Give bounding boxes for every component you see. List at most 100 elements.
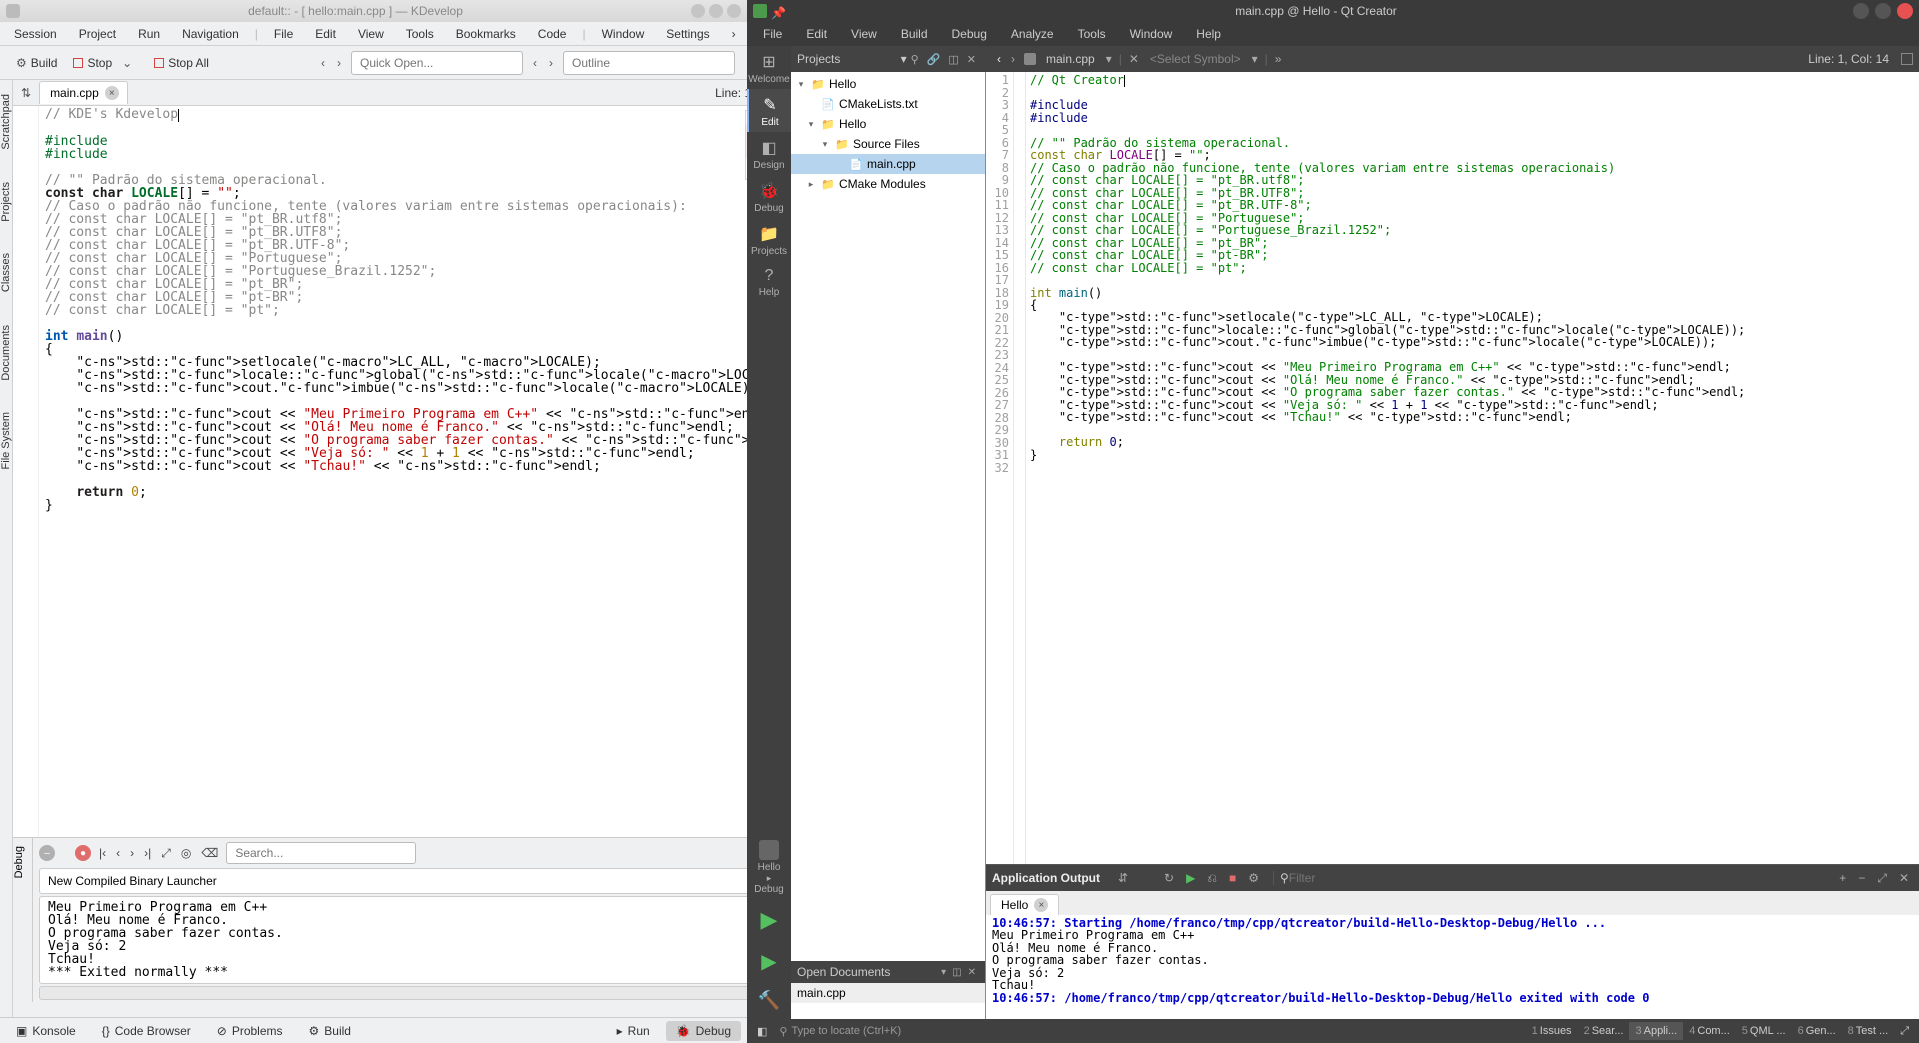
- sidebar-scratchpad[interactable]: Scratchpad: [0, 88, 12, 156]
- current-file[interactable]: main.cpp: [1040, 52, 1101, 66]
- minus-icon[interactable]: −: [1854, 871, 1869, 885]
- pane-5[interactable]: 5QML ...: [1736, 1022, 1792, 1040]
- nav-fwd-icon[interactable]: ›: [1006, 52, 1020, 66]
- menu-file[interactable]: File: [264, 24, 303, 44]
- link-icon[interactable]: 🔗: [923, 53, 945, 66]
- menu-overflow-icon[interactable]: ›: [722, 24, 746, 44]
- launcher-row[interactable]: New Compiled Binary Launcher ⊗: [39, 868, 747, 894]
- build-button[interactable]: 🔨: [747, 982, 791, 1019]
- scrollbar[interactable]: [39, 986, 747, 1000]
- tree-item-cmakelists-txt[interactable]: 📄CMakeLists.txt: [791, 94, 985, 114]
- open-documents-header[interactable]: Open Documents ▾ ◫ ✕: [791, 961, 985, 983]
- close-file-icon[interactable]: ✕: [1124, 52, 1144, 66]
- maximize-icon[interactable]: [709, 4, 723, 18]
- menu-window[interactable]: Window: [1120, 24, 1183, 44]
- debug-button[interactable]: ▶: [747, 941, 791, 982]
- bottom-problems[interactable]: ⊘Problems: [207, 1021, 293, 1041]
- mode-edit[interactable]: ✎Edit: [747, 89, 791, 132]
- close-panel-icon[interactable]: –: [39, 845, 55, 861]
- line-col[interactable]: Line: 1, Col: 14: [1800, 52, 1897, 66]
- quick-open-input[interactable]: [351, 51, 523, 75]
- tree-item-hello[interactable]: ▾📁Hello: [791, 114, 985, 134]
- close-icon[interactable]: ✕: [1895, 871, 1913, 885]
- nav-fwd-icon[interactable]: ›: [543, 56, 559, 70]
- chevron-down-icon[interactable]: ⌄: [116, 56, 138, 70]
- nav-back-icon[interactable]: ‹: [527, 56, 543, 70]
- fold-gutter[interactable]: [1014, 72, 1026, 864]
- tree-item-source-files[interactable]: ▾📁Source Files: [791, 134, 985, 154]
- chevron-down-icon[interactable]: ▾: [938, 967, 949, 978]
- nav-back-icon[interactable]: ‹: [315, 56, 331, 70]
- tree-item-hello[interactable]: ▾📁Hello: [791, 74, 985, 94]
- menu-navigation[interactable]: Navigation: [172, 24, 249, 44]
- minimize-icon[interactable]: [691, 4, 705, 18]
- qtc-titlebar[interactable]: 📌 main.cpp @ Hello - Qt Creator: [747, 0, 1919, 22]
- menu-edit[interactable]: Edit: [796, 24, 837, 44]
- add-icon[interactable]: +: [1835, 871, 1850, 885]
- menu-file[interactable]: File: [753, 24, 792, 44]
- mode-projects[interactable]: 📁Projects: [747, 218, 791, 261]
- split-icon[interactable]: ◫: [949, 967, 964, 978]
- projects-selector[interactable]: Projects: [797, 52, 901, 66]
- bottom-code-browser[interactable]: {}Code Browser: [92, 1021, 201, 1041]
- minimap[interactable]: [745, 110, 748, 180]
- sidebar-classes[interactable]: Classes: [0, 247, 12, 298]
- pane-1[interactable]: 1Issues: [1526, 1022, 1578, 1040]
- qtc-editor[interactable]: 1234567891011121314151617181920212223242…: [986, 72, 1919, 864]
- pane-8[interactable]: 8Test ...: [1842, 1022, 1895, 1040]
- tree-item-cmake-modules[interactable]: ▸📁CMake Modules: [791, 174, 985, 194]
- build-button[interactable]: ⚙Build: [8, 52, 65, 74]
- filter-input[interactable]: [1289, 871, 1409, 885]
- locator[interactable]: ⚲ Type to locate (Ctrl+K): [773, 1025, 907, 1038]
- mode-help[interactable]: ?Help: [747, 261, 791, 302]
- kit-selector[interactable]: Hello▸Debug: [747, 836, 791, 899]
- split-icon[interactable]: [1901, 53, 1913, 65]
- expand-icon[interactable]: ⤢: [159, 846, 173, 861]
- open-doc-item[interactable]: main.cpp: [791, 983, 985, 1003]
- pane-2[interactable]: 2Sear...: [1578, 1022, 1630, 1040]
- split-icon[interactable]: ◫: [944, 53, 962, 66]
- outline-input[interactable]: [563, 51, 735, 75]
- editor-tab[interactable]: main.cpp×: [39, 81, 128, 104]
- close-sidebar-icon[interactable]: ◧: [751, 1022, 773, 1041]
- stop-all-button[interactable]: Stop All: [146, 52, 217, 74]
- project-tree[interactable]: ▾📁Hello📄CMakeLists.txt▾📁Hello▾📁Source Fi…: [791, 72, 985, 961]
- kdev-editor[interactable]: // KDE's Kdevelop #include #include // "…: [39, 106, 747, 837]
- next-icon[interactable]: ›: [128, 846, 136, 860]
- menu-settings[interactable]: Settings: [656, 24, 719, 44]
- code-area[interactable]: // Qt Creator #include #include // "" Pa…: [1026, 72, 1919, 864]
- menu-run[interactable]: Run: [128, 24, 170, 44]
- stop-icon[interactable]: ■: [1225, 871, 1240, 885]
- prev-icon[interactable]: ‹: [114, 846, 122, 860]
- close-icon[interactable]: [1897, 3, 1913, 19]
- menu-code[interactable]: Code: [528, 24, 577, 44]
- menu-help[interactable]: Help: [1186, 24, 1231, 44]
- menu-view[interactable]: View: [841, 24, 887, 44]
- expand-icon[interactable]: ⤢: [1873, 871, 1891, 886]
- stop-output-icon[interactable]: ●: [75, 845, 91, 861]
- debug-label[interactable]: Debug: [13, 846, 25, 878]
- pin-icon[interactable]: 📌: [771, 6, 781, 16]
- menu-tools[interactable]: Tools: [1068, 24, 1116, 44]
- close-icon[interactable]: ×: [105, 86, 119, 100]
- tab-sort-icon[interactable]: ⇅: [13, 86, 39, 100]
- pane-3[interactable]: 3Appli...: [1629, 1022, 1683, 1040]
- menu-view[interactable]: View: [348, 24, 394, 44]
- attach-icon[interactable]: ⎌: [1203, 871, 1221, 886]
- menu-window[interactable]: Window: [592, 24, 655, 44]
- rerun-icon[interactable]: ↻: [1160, 871, 1178, 885]
- play-button[interactable]: ▶: [747, 899, 791, 941]
- menu-analyze[interactable]: Analyze: [1001, 24, 1064, 44]
- expand-icon[interactable]: ⤢: [1894, 1022, 1915, 1041]
- bottom-debug[interactable]: 🐞Debug: [666, 1021, 741, 1041]
- pane-6[interactable]: 6Gen...: [1792, 1022, 1842, 1040]
- target-icon[interactable]: ◎: [179, 846, 193, 860]
- menu-project[interactable]: Project: [69, 24, 126, 44]
- symbol-selector[interactable]: <Select Symbol>: [1144, 52, 1247, 66]
- first-icon[interactable]: |‹: [97, 846, 108, 860]
- mode-debug[interactable]: 🐞Debug: [747, 175, 791, 218]
- mode-welcome[interactable]: ⊞Welcome: [747, 46, 791, 89]
- minimize-icon[interactable]: [1853, 3, 1869, 19]
- line-numbers[interactable]: 1234567891011121314151617181920212223242…: [986, 72, 1014, 864]
- output-text[interactable]: 10:46:57: Starting /home/franco/tmp/cpp/…: [986, 915, 1919, 1019]
